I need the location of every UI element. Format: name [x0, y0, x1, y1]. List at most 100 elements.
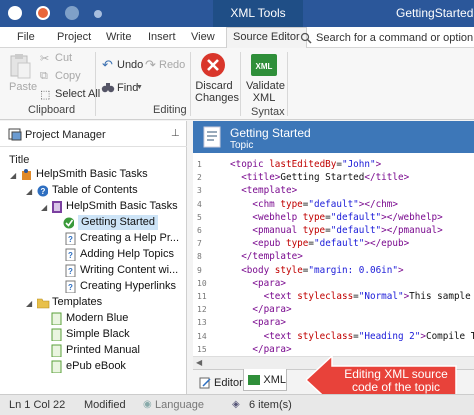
- tab-editor-label: Editor: [214, 377, 243, 389]
- svg-text:?: ?: [68, 235, 73, 244]
- app-icon: [8, 6, 22, 20]
- title-bar: XML Tools GettingStarted.hs: [0, 0, 474, 27]
- template-icon: [51, 328, 62, 341]
- validate-label-line2: XML: [252, 92, 276, 104]
- discard-label-line2: Changes: [195, 92, 240, 104]
- tree-label: Writing Content wi...: [80, 264, 179, 276]
- svg-text:?: ?: [41, 187, 46, 196]
- tab-editor[interactable]: Editor: [199, 374, 243, 392]
- ribbon: Paste ✂ Cut ⧉ Copy ⬚ Select All Clipboar…: [0, 48, 474, 120]
- svg-text:?: ?: [68, 283, 73, 292]
- topic-subtitle: Topic: [230, 140, 254, 151]
- items-icon: ◈: [232, 399, 240, 410]
- binoculars-icon: [101, 83, 115, 93]
- topic-icon: ?: [65, 280, 76, 293]
- svg-text:?: ?: [68, 267, 73, 276]
- group-editing: Editing: [153, 104, 187, 116]
- collapse-icon[interactable]: ◢: [26, 187, 32, 196]
- copy-icon: ⧉: [40, 70, 48, 82]
- cut-button[interactable]: Cut: [55, 52, 72, 64]
- copy-button[interactable]: Copy: [55, 70, 81, 82]
- group-clipboard: Clipboard: [28, 104, 76, 116]
- find-dropdown-icon[interactable]: ▼: [136, 84, 143, 91]
- quick-access-dropdown-icon[interactable]: [94, 10, 102, 18]
- menu-file[interactable]: File: [17, 31, 35, 43]
- tree-label: Printed Manual: [66, 344, 140, 356]
- paste-icon: [10, 54, 31, 79]
- redo-button[interactable]: Redo: [159, 59, 185, 71]
- validate-label-line1: Validate: [246, 80, 285, 92]
- xml-icon: [248, 374, 261, 385]
- select-all-button[interactable]: Select All: [55, 88, 100, 100]
- tab-xml-label: XML: [263, 373, 286, 386]
- menu-insert[interactable]: Insert: [148, 31, 176, 43]
- ribbon-separator: [190, 52, 191, 116]
- discard-icon: [201, 53, 225, 77]
- cut-icon: ✂: [40, 53, 50, 65]
- topic-large-icon: [203, 126, 221, 148]
- tree-label: HelpSmith Basic Tasks: [36, 168, 148, 180]
- tree-label: Table of Contents: [52, 184, 138, 196]
- back-icon[interactable]: [36, 6, 50, 20]
- line-number: 15: [197, 344, 207, 354]
- undo-icon: ↶: [102, 57, 113, 72]
- status-position: Ln 1 Col 22: [9, 399, 66, 411]
- tab-xml[interactable]: XML: [243, 369, 287, 391]
- status-bar: Ln 1 Col 22 Modified ◉ Language ◈ 6 item…: [0, 394, 474, 415]
- menu-write[interactable]: Write: [106, 31, 131, 43]
- search-placeholder: Search for a command or option: [316, 31, 474, 44]
- editor-icon: [199, 377, 211, 389]
- collapse-icon[interactable]: ◢: [10, 171, 16, 180]
- project-manager-panel: Project Manager ⊥ Title ◢ HelpSmith Basi…: [0, 121, 187, 394]
- project-manager-title: Project Manager: [25, 129, 106, 141]
- collapse-icon[interactable]: ◢: [26, 299, 32, 308]
- tree-label: Simple Black: [66, 328, 130, 340]
- tree-label: Getting Started: [78, 215, 158, 230]
- discard-changes-button[interactable]: Discard Changes: [195, 80, 240, 104]
- validate-xml-button[interactable]: Validate XML: [246, 80, 285, 104]
- menu-project[interactable]: Project: [57, 31, 91, 43]
- status-modified: Modified: [84, 399, 126, 411]
- pin-icon[interactable]: ⊥: [171, 128, 180, 139]
- menu-view[interactable]: View: [191, 31, 215, 43]
- paste-button[interactable]: [8, 52, 34, 82]
- svg-text:XML: XML: [256, 62, 273, 71]
- template-icon: [51, 312, 62, 325]
- folder-icon: [37, 298, 50, 309]
- tree-label: HelpSmith Basic Tasks: [66, 200, 178, 212]
- tree-label: Adding Help Topics: [80, 248, 174, 260]
- tab-source-editor[interactable]: Source Editor: [226, 27, 307, 49]
- tree-label: Modern Blue: [66, 312, 129, 324]
- template-icon: [51, 344, 62, 357]
- topic-title: Getting Started: [230, 126, 311, 140]
- context-tab-xml-tools: XML Tools: [213, 0, 303, 27]
- ribbon-separator: [287, 52, 288, 116]
- topic-edit-icon: [63, 217, 74, 229]
- book-icon: [52, 201, 62, 213]
- scroll-left-icon[interactable]: ◀: [196, 358, 202, 367]
- forward-icon[interactable]: [65, 6, 79, 20]
- collapse-icon[interactable]: ◢: [41, 203, 47, 212]
- paste-label: Paste: [9, 81, 38, 93]
- project-icon: [22, 169, 31, 180]
- ribbon-separator: [95, 52, 96, 116]
- topic-icon: ?: [65, 264, 76, 277]
- callout-line2: code of the topic: [351, 380, 441, 394]
- code-text: </para>: [252, 343, 292, 355]
- redo-icon: ↷: [145, 57, 156, 72]
- language-icon: ◉: [143, 399, 152, 410]
- search-box[interactable]: Search for a command or option: [300, 29, 474, 46]
- tree-label: Creating a Help Pr...: [80, 232, 180, 244]
- undo-button[interactable]: Undo: [117, 59, 143, 71]
- project-manager-header: Project Manager ⊥: [0, 121, 187, 147]
- template-icon: [51, 360, 62, 373]
- tree-label: Templates: [52, 296, 103, 308]
- status-language[interactable]: Language: [155, 399, 204, 411]
- status-items: 6 item(s): [249, 399, 292, 411]
- topic-icon: ?: [65, 232, 76, 245]
- help-circle-icon: ?: [37, 185, 48, 197]
- svg-text:?: ?: [68, 251, 73, 260]
- ribbon-separator: [240, 52, 241, 116]
- select-all-icon: ⬚: [40, 89, 51, 101]
- project-manager-icon: [8, 128, 22, 141]
